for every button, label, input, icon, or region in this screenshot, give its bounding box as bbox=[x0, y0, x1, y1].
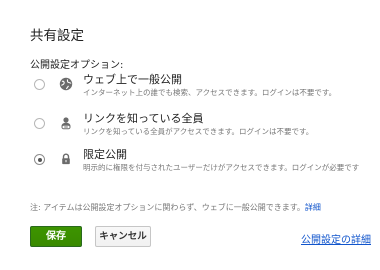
note-details-link[interactable]: 詳細 bbox=[305, 203, 321, 212]
option-public-on-web[interactable]: ウェブ上で一般公開 インターネット上の誰でも検索、アクセスできます。ログインは不… bbox=[30, 71, 370, 105]
option-description: インターネット上の誰でも検索、アクセスできます。ログインは不要です。 bbox=[83, 88, 337, 97]
cancel-button[interactable]: キャンセル bbox=[95, 226, 151, 247]
globe-icon bbox=[59, 76, 73, 91]
visibility-note: 注: アイテムは公開設定オプションに関わらず、ウェブに一般公開できます。詳細 bbox=[30, 202, 321, 213]
option-title: リンクを知っている全員 bbox=[83, 112, 204, 125]
option-anyone-with-link[interactable]: リンクを知っている全員 リンクを知っている全員がアクセスできます。ログインは不要… bbox=[30, 110, 370, 144]
visibility-options-label: 公開設定オプション: bbox=[30, 60, 124, 71]
option-description: リンクを知っている全員がアクセスできます。ログインは不要です。 bbox=[83, 127, 314, 136]
radio-anyone-with-link[interactable] bbox=[34, 118, 45, 129]
option-private[interactable]: 限定公開 明示的に権限を付与されたユーザーだけがアクセスできます。ログインが必要… bbox=[30, 146, 370, 180]
link-person-icon bbox=[59, 115, 73, 130]
radio-private[interactable] bbox=[34, 154, 45, 165]
dialog-title: 共有設定 bbox=[30, 28, 84, 44]
note-text: 注: アイテムは公開設定オプションに関わらず、ウェブに一般公開できます。 bbox=[30, 203, 305, 212]
radio-public-on-web[interactable] bbox=[34, 79, 45, 90]
option-description: 明示的に権限を付与されたユーザーだけがアクセスできます。ログインが必要です bbox=[83, 163, 360, 172]
option-title: ウェブ上で一般公開 bbox=[83, 73, 182, 86]
save-button[interactable]: 保存 bbox=[30, 226, 82, 247]
visibility-details-link[interactable]: 公開設定の詳細 bbox=[301, 231, 371, 246]
option-title: 限定公開 bbox=[83, 148, 127, 161]
lock-icon bbox=[59, 151, 73, 165]
